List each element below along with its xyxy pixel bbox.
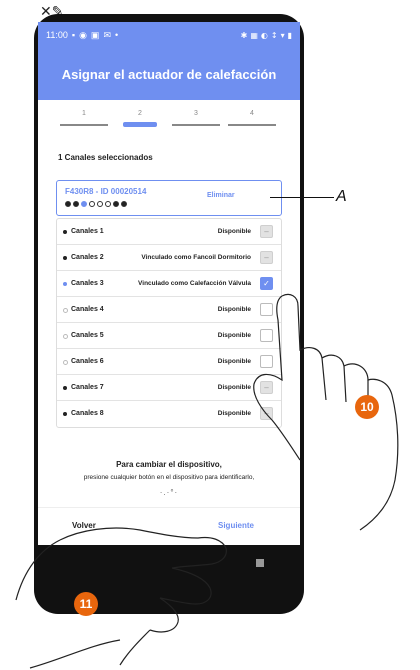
step-badge-11: 11 [74,592,98,616]
step-badge-10: 10 [355,395,379,419]
hand-11-icon [15,527,227,669]
hand-illustration-layer [15,293,399,669]
